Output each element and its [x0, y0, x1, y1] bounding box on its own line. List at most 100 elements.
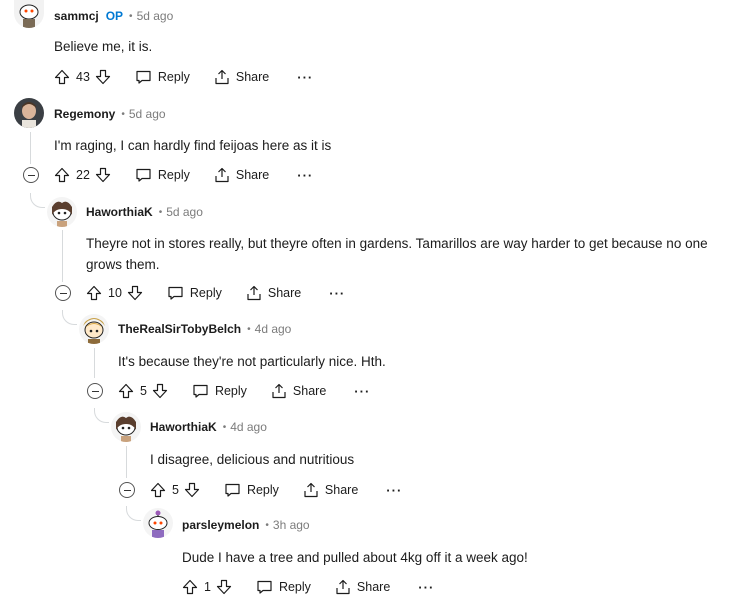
upvote-icon[interactable] [150, 482, 166, 498]
comment-meta: sammcj OP • 5d ago [54, 6, 173, 26]
comment-body: It's because they're not particularly ni… [118, 354, 386, 369]
comment-author[interactable]: TheRealSirTobyBelch [118, 322, 241, 336]
upvote-icon[interactable] [54, 167, 70, 183]
share-icon [303, 482, 325, 498]
downvote-icon[interactable] [95, 69, 111, 85]
comment-body: I disagree, delicious and nutritious [150, 452, 355, 467]
collapse-icon [27, 174, 35, 176]
more-options-button[interactable]: ··· [354, 384, 370, 399]
vote-count: 22 [76, 168, 90, 182]
vote-count: 10 [108, 286, 122, 300]
share-icon [214, 69, 236, 85]
collapse-thread-button[interactable] [87, 383, 103, 399]
share-label: Share [324, 483, 359, 497]
downvote-icon[interactable] [127, 285, 143, 301]
downvote-icon[interactable] [152, 383, 168, 399]
comment-actions: 5 Reply Share ··· [150, 478, 402, 502]
collapse-icon [123, 489, 131, 491]
upvote-icon[interactable] [54, 69, 70, 85]
reply-button[interactable]: Reply [135, 167, 190, 183]
comment-author[interactable]: HaworthiaK [86, 205, 153, 219]
reply-icon [135, 167, 158, 183]
more-options-button[interactable]: ··· [297, 168, 313, 183]
comment-actions: 43 Reply Share ··· [54, 65, 313, 89]
comment-meta: Regemony • 5d ago [54, 104, 166, 124]
collapse-thread-button[interactable] [119, 482, 135, 498]
reply-button[interactable]: Reply [256, 579, 311, 595]
share-button[interactable]: Share [335, 579, 390, 595]
vote-group: 1 [182, 579, 232, 595]
separator-dot: • [158, 206, 163, 218]
reply-icon [135, 69, 158, 85]
downvote-icon[interactable] [95, 167, 111, 183]
comment-age[interactable]: 5d ago [129, 107, 166, 121]
more-options-button[interactable]: ··· [418, 580, 434, 595]
vote-count: 5 [140, 384, 147, 398]
upvote-icon[interactable] [118, 383, 134, 399]
comment-actions: 1 Reply Share ··· [182, 575, 434, 599]
comment-author[interactable]: sammcj [54, 9, 99, 23]
collapse-thread-button[interactable] [55, 285, 71, 301]
comment-age[interactable]: 4d ago [255, 322, 292, 336]
vote-count: 5 [172, 483, 179, 497]
more-options-button[interactable]: ··· [329, 286, 345, 301]
comment-age[interactable]: 3h ago [273, 518, 310, 532]
reply-icon [167, 285, 190, 301]
reply-button[interactable]: Reply [192, 383, 247, 399]
share-label: Share [235, 70, 270, 84]
comment-body: Theyre not in stores really, but theyre … [86, 236, 708, 272]
avatar[interactable] [47, 197, 77, 227]
comment-body: Believe me, it is. [54, 39, 153, 54]
share-button[interactable]: Share [303, 482, 358, 498]
reply-button[interactable]: Reply [224, 482, 279, 498]
reply-button[interactable]: Reply [135, 69, 190, 85]
share-button[interactable]: Share [246, 285, 301, 301]
share-icon [246, 285, 268, 301]
comment-author[interactable]: parsleymelon [182, 518, 259, 532]
comment-body: I'm raging, I can hardly find feijoas he… [54, 138, 332, 153]
downvote-icon[interactable] [216, 579, 232, 595]
more-options-button[interactable]: ··· [386, 483, 402, 498]
share-label: Share [267, 286, 302, 300]
comment-age[interactable]: 5d ago [137, 9, 174, 23]
vote-group: 5 [118, 383, 168, 399]
op-badge: OP [105, 9, 124, 23]
comment-meta: TheRealSirTobyBelch • 4d ago [118, 319, 291, 339]
separator-dot: • [129, 10, 133, 22]
vote-group: 5 [150, 482, 200, 498]
share-label: Share [235, 168, 270, 182]
share-button[interactable]: Share [214, 69, 269, 85]
comment-age[interactable]: 5d ago [166, 205, 203, 219]
vote-count: 43 [76, 70, 90, 84]
comment-actions: 5 Reply Share ··· [118, 379, 370, 403]
comment-meta: parsleymelon • 3h ago [182, 515, 310, 535]
share-button[interactable]: Share [271, 383, 326, 399]
more-options-button[interactable]: ··· [297, 70, 313, 85]
share-button[interactable]: Share [214, 167, 269, 183]
comment-meta: HaworthiaK • 4d ago [150, 417, 267, 437]
separator-dot: • [265, 519, 269, 531]
comment-actions: 10 Reply Share ··· [86, 281, 345, 305]
reply-icon [192, 383, 215, 399]
collapse-thread-button[interactable] [23, 167, 39, 183]
avatar[interactable] [14, 0, 44, 28]
reply-icon [224, 482, 247, 498]
comment-author[interactable]: HaworthiaK [150, 420, 217, 434]
comment-age[interactable]: 4d ago [230, 420, 267, 434]
downvote-icon[interactable] [184, 482, 200, 498]
separator-dot: • [222, 421, 227, 433]
avatar[interactable] [14, 98, 44, 128]
avatar[interactable] [79, 314, 109, 344]
share-label: Share [356, 580, 391, 594]
avatar[interactable] [143, 508, 173, 538]
reply-button[interactable]: Reply [167, 285, 222, 301]
upvote-icon[interactable] [86, 285, 102, 301]
avatar[interactable] [111, 412, 141, 442]
comment-meta: HaworthiaK • 5d ago [86, 202, 203, 222]
upvote-icon[interactable] [182, 579, 198, 595]
share-icon [335, 579, 357, 595]
share-icon [271, 383, 293, 399]
comment-actions: 22 Reply Share ··· [54, 163, 313, 187]
comment-author[interactable]: Regemony [54, 107, 115, 121]
vote-group: 10 [86, 285, 143, 301]
